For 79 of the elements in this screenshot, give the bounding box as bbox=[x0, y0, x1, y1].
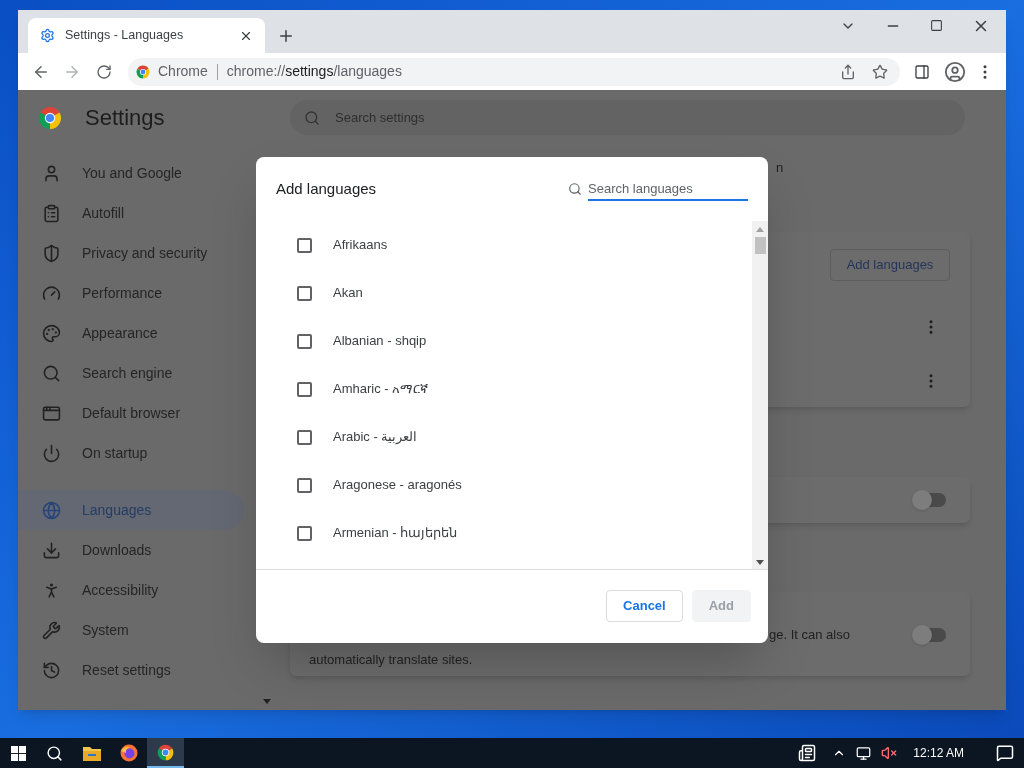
language-checkbox[interactable] bbox=[297, 285, 312, 301]
sidebar-item[interactable]: Languages bbox=[18, 490, 244, 530]
language-name: Arabic - العربية bbox=[333, 428, 418, 447]
language-name: Aragonese - aragonés bbox=[333, 476, 462, 495]
network-icon[interactable] bbox=[856, 745, 872, 761]
globe-icon bbox=[42, 500, 61, 520]
sidebar-item[interactable]: Appearance bbox=[18, 313, 244, 353]
sidebar-item[interactable]: Search engine bbox=[18, 353, 244, 393]
news-icon[interactable] bbox=[798, 744, 817, 762]
bookmark-star-icon[interactable] bbox=[872, 63, 888, 80]
windows-logo-icon[interactable] bbox=[10, 745, 26, 761]
language-name: Afrikaans bbox=[333, 236, 388, 255]
sidebar-item[interactable]: Privacy and security bbox=[18, 233, 244, 273]
site-label: Chrome bbox=[158, 62, 208, 81]
language-checkbox[interactable] bbox=[297, 333, 312, 349]
side-panel-icon[interactable] bbox=[914, 63, 930, 80]
muted-speaker-icon[interactable] bbox=[881, 745, 898, 761]
language-checkbox[interactable] bbox=[297, 381, 312, 397]
gear-icon bbox=[40, 28, 55, 43]
browser-tab[interactable]: Settings - Languages bbox=[28, 18, 265, 53]
download-icon bbox=[42, 540, 61, 560]
chrome-logo-icon bbox=[38, 105, 62, 130]
search-icon[interactable] bbox=[46, 744, 63, 762]
sidebar-item[interactable]: Default browser bbox=[18, 393, 244, 433]
translate-description: automatically translate sites. bbox=[309, 650, 474, 669]
language-name: Armenian - հայերեն bbox=[333, 524, 458, 543]
sidebar-item[interactable]: Performance bbox=[18, 273, 244, 313]
tab-title: Settings - Languages bbox=[65, 27, 185, 45]
notifications-icon[interactable] bbox=[996, 744, 1014, 762]
chrome-icon bbox=[157, 743, 174, 761]
clipboard-icon bbox=[42, 203, 61, 223]
gauge-icon bbox=[42, 283, 61, 303]
sidebar-item[interactable]: Downloads bbox=[18, 530, 244, 570]
sidebar-item[interactable]: Reset settings bbox=[18, 650, 244, 690]
chrome-logo-icon bbox=[136, 64, 150, 79]
scroll-down-arrow-icon[interactable] bbox=[756, 560, 764, 565]
translate-description: ge. It can also bbox=[769, 626, 850, 644]
clock[interactable]: 12:12 AM bbox=[913, 744, 964, 762]
sidebar-item[interactable]: On startup bbox=[18, 433, 244, 473]
profile-icon[interactable] bbox=[944, 60, 966, 83]
shield-icon bbox=[42, 243, 61, 263]
sidebar-item[interactable]: Accessibility bbox=[18, 570, 244, 610]
cancel-button[interactable]: Cancel bbox=[606, 589, 683, 622]
search-languages-field[interactable]: Search languages bbox=[588, 177, 748, 201]
language-checkbox[interactable] bbox=[297, 237, 312, 253]
section-text: n bbox=[776, 159, 784, 178]
scrollbar-thumb[interactable] bbox=[754, 237, 766, 254]
folder-icon[interactable] bbox=[82, 745, 101, 761]
search-icon bbox=[42, 363, 61, 383]
address-bar[interactable]: Chrome chrome://settings/languages bbox=[128, 57, 900, 86]
language-name: Akan bbox=[333, 284, 363, 303]
language-checkbox[interactable] bbox=[297, 477, 312, 493]
sidebar-item[interactable]: Autofill bbox=[18, 193, 244, 233]
maximize-icon[interactable] bbox=[930, 19, 943, 32]
toggle-switch[interactable] bbox=[914, 493, 946, 507]
sidebar-item[interactable]: You and Google bbox=[18, 153, 244, 193]
search-icon bbox=[304, 109, 320, 126]
url-text: chrome://settings/languages bbox=[226, 62, 402, 81]
language-name: Amharic - አማርኛ bbox=[333, 380, 429, 399]
reload-icon[interactable] bbox=[96, 63, 112, 80]
language-checkbox[interactable] bbox=[297, 525, 312, 541]
browser-window-icon bbox=[42, 403, 61, 423]
share-icon[interactable] bbox=[840, 63, 856, 80]
sidebar-item[interactable]: System bbox=[18, 610, 244, 650]
search-icon bbox=[568, 182, 582, 196]
settings-title: Settings bbox=[85, 104, 165, 132]
scrollbar[interactable] bbox=[752, 221, 768, 569]
firefox-icon[interactable] bbox=[119, 744, 138, 762]
palette-icon bbox=[42, 323, 61, 343]
power-icon bbox=[42, 443, 61, 463]
scroll-down-arrow-icon[interactable] bbox=[263, 699, 271, 704]
add-languages-button[interactable]: Add languages bbox=[830, 249, 950, 281]
wrench-icon bbox=[42, 620, 61, 640]
history-icon bbox=[42, 660, 61, 680]
person-icon bbox=[42, 163, 61, 183]
language-checkbox[interactable] bbox=[297, 429, 312, 445]
dialog-title: Add languages bbox=[276, 178, 377, 199]
language-name: Albanian - shqip bbox=[333, 332, 427, 351]
toggle-switch[interactable] bbox=[914, 627, 946, 642]
